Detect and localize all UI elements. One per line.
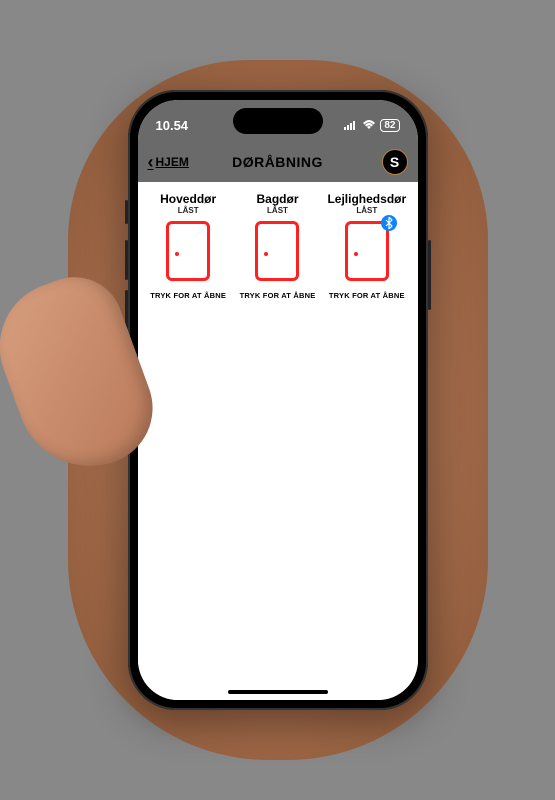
door-knob-icon [264,252,268,256]
back-label: HJEM [156,155,189,169]
door-name: Lejlighedsdør [327,192,406,206]
door-knob-icon [354,252,358,256]
door-icon [166,221,210,281]
door-icon-wrap [166,221,210,281]
back-button[interactable]: ‹ HJEM [148,152,189,173]
door-icon-wrap [345,221,389,281]
doors-content: Hoveddør LÅST TRYK FOR AT ÅBNE Bagdør LÅ… [138,182,418,700]
door-action-label: TRYK FOR AT ÅBNE [240,291,316,300]
door-icon [345,221,389,281]
phone-frame: 10.54 82 ‹ HJEM DØRÅBNING S [128,90,428,710]
phone-mute-switch [125,200,128,224]
door-card-hoveddor[interactable]: Hoveddør LÅST TRYK FOR AT ÅBNE [144,192,232,300]
app-logo[interactable]: S [382,149,408,175]
home-indicator[interactable] [228,690,328,694]
door-action-label: TRYK FOR AT ÅBNE [150,291,226,300]
phone-power-button [428,240,431,310]
status-time: 10.54 [156,118,189,133]
door-card-bagdor[interactable]: Bagdør LÅST TRYK FOR AT ÅBNE [233,192,321,300]
door-status: LÅST [356,206,377,215]
status-right: 82 [344,118,399,133]
nav-bar: ‹ HJEM DØRÅBNING S [138,142,418,182]
door-action-label: TRYK FOR AT ÅBNE [329,291,405,300]
door-status: LÅST [178,206,199,215]
door-icon-wrap [255,221,299,281]
app-logo-letter: S [390,154,399,170]
phone-screen: 10.54 82 ‹ HJEM DØRÅBNING S [138,100,418,700]
door-icon [255,221,299,281]
door-name: Hoveddør [160,192,216,206]
chevron-left-icon: ‹ [148,152,154,173]
bluetooth-icon [381,215,397,231]
page-title: DØRÅBNING [232,154,323,170]
door-knob-icon [175,252,179,256]
door-name: Bagdør [256,192,298,206]
battery-indicator: 82 [380,119,399,132]
cellular-icon [344,118,358,133]
phone-volume-up [125,240,128,280]
door-card-lejlighedsdor[interactable]: Lejlighedsdør LÅST TRYK FOR AT ÅBNE [323,192,411,300]
wifi-icon [362,118,376,133]
door-status: LÅST [267,206,288,215]
dynamic-island [233,108,323,134]
